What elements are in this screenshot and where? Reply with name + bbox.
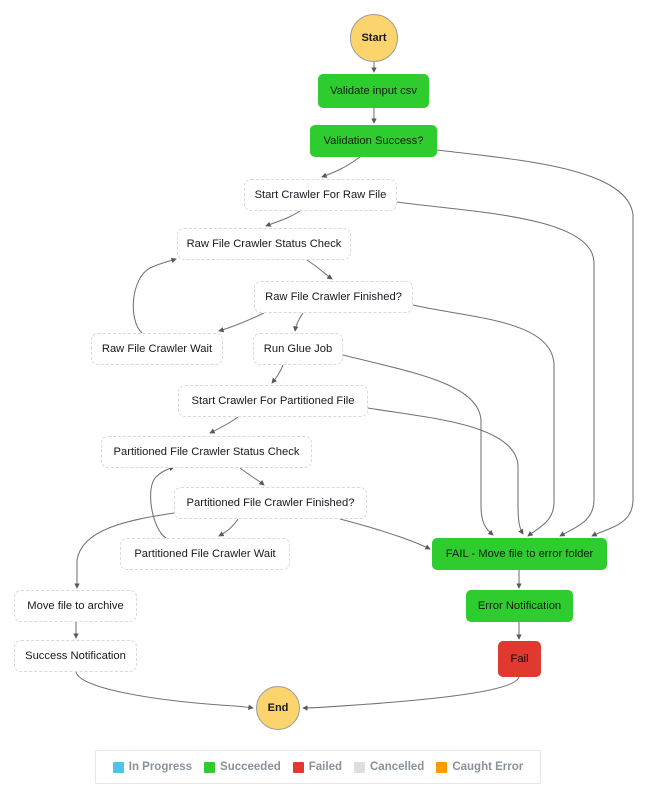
node-label: Start <box>361 31 387 44</box>
node-raw-file-crawler-wait[interactable]: Raw File Crawler Wait <box>91 333 223 365</box>
node-label: Start Crawler For Partitioned File <box>191 394 355 407</box>
edge-valsuccess-failmove <box>436 149 634 537</box>
workflow-graph-canvas: Start Validate input csv Validation Succ… <box>0 0 649 800</box>
legend-item-caught-error: Caught Error <box>436 761 523 773</box>
legend-label-cancelled: Cancelled <box>370 761 425 773</box>
node-end[interactable]: End <box>256 686 300 730</box>
node-start-crawler-for-partitioned-file[interactable]: Start Crawler For Partitioned File <box>178 385 368 417</box>
node-start-crawler-for-raw-file[interactable]: Start Crawler For Raw File <box>244 179 397 211</box>
legend-swatch-in-progress <box>112 761 124 773</box>
node-move-file-to-archive[interactable]: Move file to archive <box>14 590 137 622</box>
node-success-notification[interactable]: Success Notification <box>14 640 137 672</box>
edge-fail-end <box>302 676 520 711</box>
edge-partstatus-partfinished <box>239 467 265 486</box>
legend-item-cancelled: Cancelled <box>354 761 424 773</box>
edge-startraw-rawstatus <box>265 210 301 227</box>
node-fail[interactable]: Fail <box>498 641 541 677</box>
edge-rawfinished-rawwait <box>218 312 265 333</box>
node-validate-input-csv[interactable]: Validate input csv <box>318 74 429 108</box>
legend-label-succeeded: Succeeded <box>220 761 281 773</box>
node-label: Fail <box>510 652 529 665</box>
node-label: Partitioned File Crawler Status Check <box>113 445 300 458</box>
legend-item-in-progress: In Progress <box>112 761 193 773</box>
legend-label-in-progress: In Progress <box>128 761 193 773</box>
legend-item-failed: Failed <box>292 761 342 773</box>
edge-runglue-startpart <box>271 364 284 384</box>
node-label: Success Notification <box>25 649 126 662</box>
node-raw-file-crawler-finished[interactable]: Raw File Crawler Finished? <box>254 281 413 313</box>
node-partitioned-file-crawler-finished[interactable]: Partitioned File Crawler Finished? <box>174 487 367 519</box>
node-label: Move file to archive <box>27 599 124 612</box>
legend-label-caught-error: Caught Error <box>452 761 524 773</box>
node-label: Raw File Crawler Status Check <box>186 237 342 250</box>
edge-successnotif-end <box>75 671 254 711</box>
edge-rawfinished-failmove <box>412 304 555 537</box>
legend-label-failed: Failed <box>308 761 342 773</box>
node-label: Validate input csv <box>330 84 417 97</box>
edge-startpart-partstatus <box>209 416 239 434</box>
edge-valsuccess-startraw <box>321 156 361 178</box>
edge-partfinished-partwait <box>218 518 239 537</box>
edge-rawfinished-runglue <box>293 312 304 332</box>
node-partitioned-file-crawler-status-check[interactable]: Partitioned File Crawler Status Check <box>101 436 312 468</box>
node-partitioned-file-crawler-wait[interactable]: Partitioned File Crawler Wait <box>120 538 290 570</box>
legend-swatch-caught-error <box>436 761 448 773</box>
node-label: Error Notification <box>477 599 562 612</box>
node-label: Raw File Crawler Finished? <box>265 290 402 303</box>
edge-startpart-failmove <box>367 407 524 535</box>
node-label: Partitioned File Crawler Wait <box>134 547 276 560</box>
legend-swatch-failed <box>292 761 304 773</box>
node-validation-success[interactable]: Validation Success? <box>310 125 437 157</box>
edge-rawwait-rawstatus <box>132 257 177 334</box>
node-fail-move-file-to-error-folder[interactable]: FAIL - Move file to error folder <box>432 538 607 570</box>
node-label: Run Glue Job <box>263 342 333 355</box>
node-label: Partitioned File Crawler Finished? <box>186 496 355 509</box>
edge-partfinished-failmove <box>339 518 431 550</box>
node-label: FAIL - Move file to error folder <box>445 547 594 560</box>
edge-rawstatus-rawfinished <box>306 259 333 280</box>
edge-partwait-partstatus <box>150 465 175 539</box>
node-error-notification[interactable]: Error Notification <box>466 590 573 622</box>
status-legend: In Progress Succeeded Failed Cancelled C… <box>95 750 541 784</box>
legend-item-succeeded: Succeeded <box>204 761 281 773</box>
legend-swatch-cancelled <box>354 761 365 773</box>
node-raw-file-crawler-status-check[interactable]: Raw File Crawler Status Check <box>177 228 351 260</box>
node-label: Validation Success? <box>323 134 424 147</box>
node-label: End <box>267 701 289 714</box>
edge-startraw-failmove <box>396 201 595 537</box>
node-start[interactable]: Start <box>350 14 398 62</box>
legend-swatch-succeeded <box>204 761 216 773</box>
node-label: Start Crawler For Raw File <box>254 188 387 201</box>
node-run-glue-job[interactable]: Run Glue Job <box>253 333 343 365</box>
node-label: Raw File Crawler Wait <box>101 342 213 355</box>
